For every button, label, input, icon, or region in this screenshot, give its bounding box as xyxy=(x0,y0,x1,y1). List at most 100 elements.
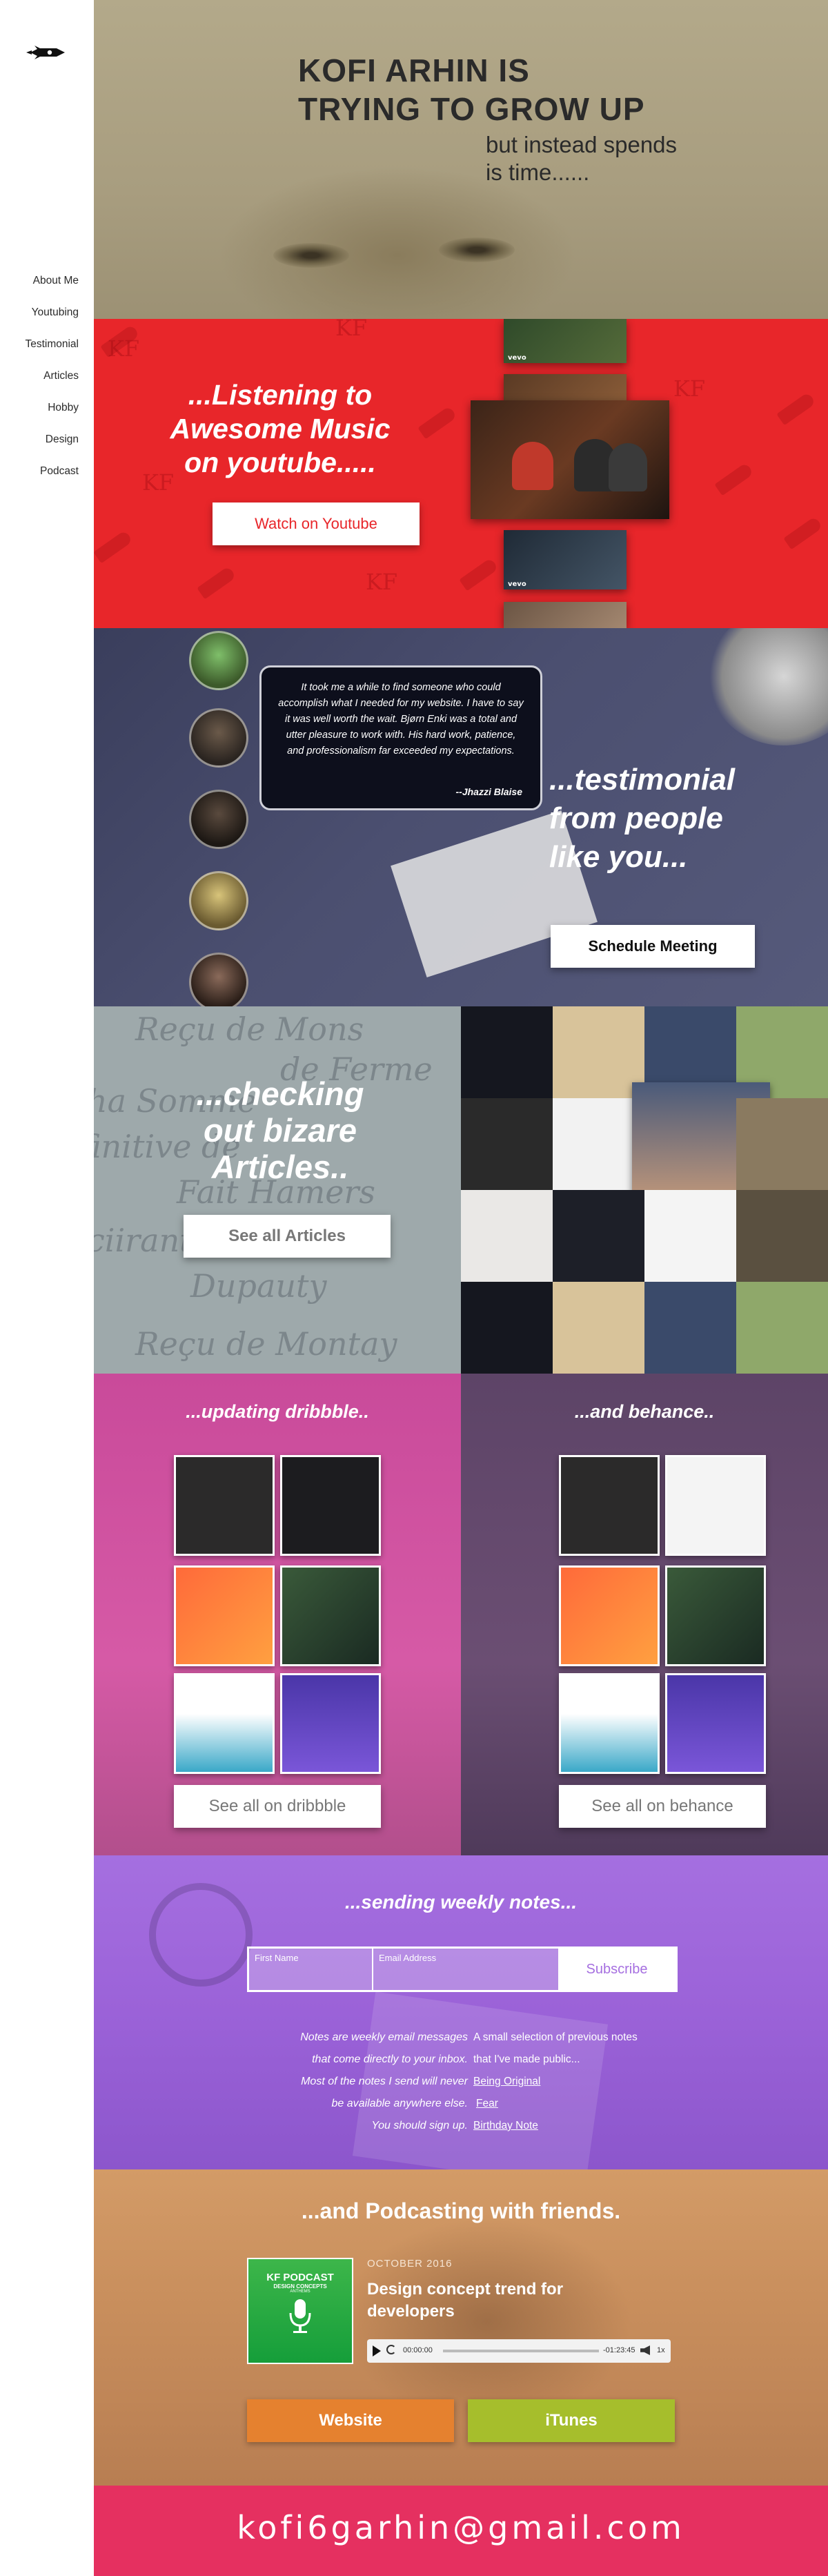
article-tile[interactable] xyxy=(461,1006,553,1098)
note-link-being-original[interactable]: Being Original xyxy=(473,2071,680,2093)
sidebar: About Me Youtubing Testimonial Articles … xyxy=(0,0,94,2576)
nav-youtubing[interactable]: Youtubing xyxy=(25,302,79,334)
notes-desc-line: that come directly to your inbox. xyxy=(312,2053,468,2065)
nav-about-me[interactable]: About Me xyxy=(25,271,79,302)
kf-watermark: KF xyxy=(673,375,706,402)
testimonial-avatar[interactable] xyxy=(189,871,248,930)
hero-title: KOFI ARHIN IS TRYING TO GROW UP xyxy=(298,51,645,128)
watch-on-youtube-button[interactable]: Watch on Youtube xyxy=(213,502,420,545)
speed-control[interactable]: 1x xyxy=(657,2346,665,2354)
itunes-button[interactable]: iTunes xyxy=(468,2399,675,2442)
yt-head-line3: on youtube..... xyxy=(184,447,376,478)
video-person xyxy=(512,442,553,490)
article-tile[interactable] xyxy=(553,1190,644,1282)
script-text: Reçu de Montay xyxy=(135,1325,397,1363)
kf-watermark: KF xyxy=(335,319,368,341)
rocket-icon xyxy=(714,462,754,496)
rewind-icon[interactable] xyxy=(386,2345,396,2354)
play-icon[interactable] xyxy=(373,2345,381,2357)
rocket-kf-logo-icon[interactable] xyxy=(26,43,68,62)
time-current: 00:00:00 xyxy=(403,2346,433,2354)
website-button[interactable]: Website xyxy=(247,2399,454,2442)
article-tile[interactable] xyxy=(736,1098,828,1190)
nav-podcast[interactable]: Podcast xyxy=(25,461,79,493)
nav-design[interactable]: Design xyxy=(25,429,79,461)
kf-watermark: KF xyxy=(366,569,398,595)
schedule-meeting-button[interactable]: Schedule Meeting xyxy=(551,925,755,968)
testimonial-avatar[interactable] xyxy=(189,953,248,1006)
notes-desc-line: be available anywhere else. xyxy=(331,2098,468,2109)
time-total: -01:23:45 xyxy=(603,2346,635,2354)
article-tile[interactable] xyxy=(736,1190,828,1282)
progress-bar[interactable] xyxy=(443,2350,599,2352)
ar-head-line2: out bizare xyxy=(204,1112,357,1149)
testimonial-avatar[interactable] xyxy=(189,790,248,849)
hero-subtitle: but instead spends is time...... xyxy=(486,131,677,186)
featured-video-thumbnail[interactable] xyxy=(471,400,669,519)
see-all-dribbble-button[interactable]: See all on dribbble xyxy=(174,1785,381,1828)
video-thumbnail[interactable] xyxy=(504,602,627,628)
nav-hobby[interactable]: Hobby xyxy=(25,398,79,429)
hero-eye-right xyxy=(439,237,515,262)
volume-icon[interactable] xyxy=(640,2345,650,2355)
video-thumbnail[interactable]: vevo xyxy=(504,319,627,363)
testimonial-avatar[interactable] xyxy=(189,631,248,690)
hero-sub-line2: is time...... xyxy=(486,159,590,185)
testimonial-section: It took me a while to find someone who c… xyxy=(94,628,828,1006)
contact-email-link[interactable]: kofi6garhin@gmail.com xyxy=(94,2509,828,2546)
article-tile[interactable] xyxy=(461,1190,553,1282)
nav-testimonial[interactable]: Testimonial xyxy=(25,334,79,366)
yt-head-line2: Awesome Music xyxy=(170,413,391,445)
article-tile[interactable] xyxy=(553,1282,644,1374)
article-tile[interactable] xyxy=(644,1282,736,1374)
behance-project[interactable] xyxy=(665,1673,766,1774)
behance-project[interactable] xyxy=(665,1565,766,1666)
hero-face-photo xyxy=(218,166,577,319)
podcast-cover[interactable]: KF PODCAST DESIGN CONCEPTS ANTHEMS xyxy=(247,2258,353,2364)
articles-section: Reçu de Mons de Ferme ha Somme finitive … xyxy=(94,1006,828,1374)
article-tile[interactable] xyxy=(553,1098,644,1190)
article-tile[interactable] xyxy=(461,1282,553,1374)
behance-project[interactable] xyxy=(559,1673,660,1774)
dribbble-heading: ...updating dribbble.. xyxy=(186,1401,369,1422)
article-tile[interactable] xyxy=(644,1190,736,1282)
article-tile[interactable] xyxy=(553,1006,644,1098)
microphone-icon xyxy=(289,2299,311,2333)
note-link-birthday-note[interactable]: Birthday Note xyxy=(473,2115,680,2137)
yt-head-line1: ...Listening to xyxy=(188,379,373,411)
see-all-behance-button[interactable]: See all on behance xyxy=(559,1785,766,1828)
footer: kofi6garhin@gmail.com xyxy=(94,2486,828,2576)
video-thumbnail[interactable]: vevo xyxy=(504,530,627,589)
rocket-icon xyxy=(776,391,816,426)
dribbble-shot[interactable] xyxy=(174,1673,275,1774)
dribbble-shot[interactable] xyxy=(174,1565,275,1666)
youtube-heading: ...Listening to Awesome Music on youtube… xyxy=(163,378,397,480)
testimonial-author: --Jhazzi Blaise xyxy=(455,786,522,797)
article-tile[interactable] xyxy=(461,1098,553,1190)
episode-title: Design concept trend for developers xyxy=(367,2279,563,2323)
dribbble-shot[interactable] xyxy=(280,1565,381,1666)
nav-articles[interactable]: Articles xyxy=(25,366,79,398)
first-name-input[interactable]: First Name xyxy=(249,1949,373,1990)
articles-panel: Reçu de Mons de Ferme ha Somme finitive … xyxy=(94,1006,461,1374)
ts-head-line2: from people xyxy=(549,801,723,835)
subscribe-button[interactable]: Subscribe xyxy=(558,1949,676,1990)
articles-heading: ...checking out bizare Articles.. xyxy=(170,1075,391,1185)
behance-project[interactable] xyxy=(559,1565,660,1666)
article-tile[interactable] xyxy=(736,1282,828,1374)
hero-section: KOFI ARHIN IS TRYING TO GROW UP but inst… xyxy=(94,0,828,319)
email-address-input[interactable]: Email Address xyxy=(373,1949,560,1990)
dribbble-shot[interactable] xyxy=(280,1455,381,1556)
behance-project[interactable] xyxy=(665,1455,766,1556)
see-all-articles-button[interactable]: See all Articles xyxy=(184,1215,391,1258)
dribbble-shot[interactable] xyxy=(280,1673,381,1774)
notes-heading: ...sending weekly notes... xyxy=(344,1891,578,1913)
testimonial-avatar[interactable] xyxy=(189,708,248,768)
rocket-icon xyxy=(459,557,499,592)
behance-project[interactable] xyxy=(559,1455,660,1556)
main-content: KOFI ARHIN IS TRYING TO GROW UP but inst… xyxy=(94,0,828,2576)
script-text: ciirant xyxy=(94,1222,193,1259)
dribbble-shot[interactable] xyxy=(174,1455,275,1556)
note-link-fear[interactable]: Fear xyxy=(476,2093,680,2115)
notes-desc-line: You should sign up. xyxy=(371,2120,468,2131)
